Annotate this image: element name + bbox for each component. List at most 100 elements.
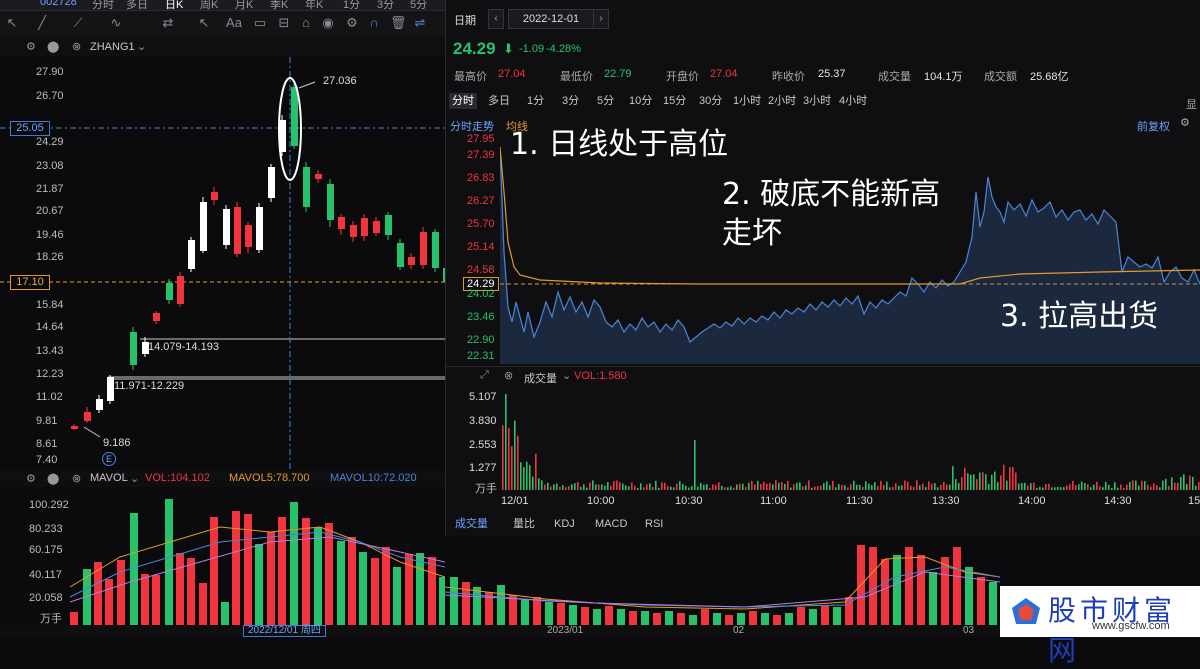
comment-icon[interactable]: ▭ bbox=[252, 15, 268, 31]
indicator-name[interactable]: ZHANG1 bbox=[90, 41, 135, 53]
cursor-icon[interactable]: ↖ bbox=[4, 15, 20, 31]
candle[interactable] bbox=[338, 214, 345, 235]
indicator-tab[interactable]: 量比 bbox=[510, 516, 538, 532]
candle[interactable] bbox=[107, 375, 114, 404]
intraday-price-tick: 23.46 bbox=[467, 311, 495, 323]
period-tab[interactable]: 3小时 bbox=[800, 93, 834, 109]
tab-zhouk[interactable]: 周K bbox=[200, 0, 218, 10]
gear-icon[interactable]: ⚙ bbox=[26, 40, 36, 53]
candle[interactable] bbox=[96, 395, 103, 413]
indicator-tab[interactable]: RSI bbox=[642, 516, 666, 532]
period-tab[interactable]: 1小时 bbox=[730, 93, 764, 109]
candle[interactable] bbox=[153, 311, 160, 324]
text-tool-icon[interactable]: Aa bbox=[226, 15, 242, 31]
chevron-down-icon[interactable]: ⌄ bbox=[137, 40, 146, 53]
period-tab[interactable]: 分时 bbox=[449, 93, 477, 109]
close-icon[interactable]: ⊗ bbox=[72, 472, 81, 485]
intraday-volume-chart[interactable] bbox=[500, 392, 1200, 490]
candle[interactable] bbox=[303, 162, 310, 212]
tab-intraday-trend[interactable]: 分时走势 bbox=[450, 118, 494, 134]
period-tab[interactable]: 2小时 bbox=[765, 93, 799, 109]
line-tool-icon[interactable]: ╱ bbox=[34, 15, 50, 31]
next-date-button[interactable]: › bbox=[593, 9, 609, 29]
close-icon[interactable]: ⊗ bbox=[504, 369, 513, 382]
intraday-volume-bar bbox=[865, 481, 867, 490]
settings-icon[interactable]: ⚙ bbox=[1180, 116, 1190, 129]
close-icon[interactable]: ⊗ bbox=[72, 40, 81, 53]
candle[interactable] bbox=[188, 237, 195, 272]
candle[interactable] bbox=[166, 279, 173, 304]
candle[interactable] bbox=[432, 229, 439, 272]
parallel-lines-icon[interactable]: ⇄ bbox=[160, 15, 176, 31]
chevron-down-icon[interactable]: ⌄ bbox=[130, 472, 139, 485]
volume-indicator-name[interactable]: 成交量 bbox=[524, 370, 557, 386]
candle[interactable] bbox=[373, 217, 380, 236]
candle[interactable] bbox=[397, 239, 404, 270]
candle[interactable] bbox=[200, 197, 207, 253]
magnet-icon[interactable]: ∩ bbox=[366, 15, 382, 31]
record-icon[interactable]: ⬤ bbox=[47, 40, 59, 53]
arrow-tool-icon[interactable]: ↖ bbox=[196, 15, 212, 31]
record-icon[interactable]: ⬤ bbox=[47, 472, 59, 485]
period-tab[interactable]: 3分 bbox=[559, 93, 582, 109]
candle[interactable] bbox=[327, 179, 334, 227]
candlestick-chart[interactable] bbox=[0, 57, 445, 470]
candle[interactable] bbox=[71, 424, 78, 430]
candle[interactable] bbox=[211, 187, 218, 205]
candle[interactable] bbox=[177, 272, 184, 307]
candle[interactable] bbox=[408, 253, 415, 269]
date-input[interactable]: 2022-12-01 bbox=[508, 9, 594, 29]
tab-1min[interactable]: 1分 bbox=[343, 0, 360, 10]
indicator-tab[interactable]: MACD bbox=[592, 516, 630, 532]
settings-icon[interactable]: ⚙ bbox=[344, 15, 360, 31]
candle[interactable] bbox=[361, 214, 368, 241]
prev-date-button[interactable]: ‹ bbox=[488, 9, 504, 29]
candle[interactable] bbox=[256, 203, 263, 253]
period-tab[interactable]: 1分 bbox=[524, 93, 547, 109]
candle[interactable] bbox=[420, 227, 427, 269]
period-tab[interactable]: 15分 bbox=[660, 93, 689, 109]
gear-icon[interactable]: ⚙ bbox=[26, 472, 36, 485]
stat-value: 27.04 bbox=[498, 68, 526, 80]
tab-niank[interactable]: 年K bbox=[305, 0, 323, 10]
period-tab[interactable]: 4小时 bbox=[836, 93, 870, 109]
tab-5min[interactable]: 5分 bbox=[410, 0, 427, 10]
candle[interactable] bbox=[350, 221, 357, 242]
indicator-tab[interactable]: KDJ bbox=[551, 516, 578, 532]
candle[interactable] bbox=[315, 170, 322, 183]
polyline-icon[interactable]: ⟋ bbox=[70, 15, 86, 31]
period-tab[interactable]: 5分 bbox=[594, 93, 617, 109]
candle[interactable] bbox=[245, 222, 252, 253]
sync-icon[interactable]: ⇌ bbox=[412, 15, 428, 31]
more-label[interactable]: 显 bbox=[1186, 96, 1197, 112]
eye-icon[interactable]: ◉ bbox=[320, 15, 336, 31]
time-label: 12/01 bbox=[501, 495, 529, 507]
annotation-1: 1. 日线处于高位 bbox=[510, 127, 729, 162]
tab-duori[interactable]: 多日 bbox=[126, 0, 148, 10]
wave-icon[interactable]: ∿ bbox=[108, 15, 124, 31]
volume-indicator-name[interactable]: MAVOL bbox=[90, 472, 128, 484]
tab-jik[interactable]: 季K bbox=[270, 0, 288, 10]
trash-icon[interactable]: 🗑 bbox=[390, 15, 407, 31]
candle[interactable] bbox=[130, 327, 137, 370]
ruler-icon[interactable]: ⊟ bbox=[276, 15, 292, 31]
intraday-volume-bar bbox=[538, 478, 540, 490]
lock-icon[interactable]: ⌂ bbox=[298, 15, 314, 31]
candle[interactable] bbox=[385, 212, 392, 240]
expand-icon[interactable]: ⤢ bbox=[480, 369, 489, 382]
indicator-tab[interactable]: 成交量 bbox=[452, 516, 491, 532]
intraday-volume-bar bbox=[958, 482, 960, 490]
candle[interactable] bbox=[268, 164, 275, 202]
candle[interactable] bbox=[84, 407, 91, 423]
tab-yuek[interactable]: 月K bbox=[235, 0, 253, 10]
chevron-down-icon[interactable]: ⌄ bbox=[562, 369, 571, 382]
candle[interactable] bbox=[223, 205, 230, 249]
tab-3min[interactable]: 3分 bbox=[377, 0, 394, 10]
tab-fenshi[interactable]: 分时 bbox=[92, 0, 114, 10]
period-tab[interactable]: 多日 bbox=[485, 93, 513, 109]
event-marker[interactable]: E bbox=[102, 452, 116, 466]
period-tab[interactable]: 30分 bbox=[696, 93, 725, 109]
tab-rik[interactable]: 日K bbox=[165, 0, 183, 10]
period-tab[interactable]: 10分 bbox=[626, 93, 655, 109]
candle[interactable] bbox=[234, 202, 241, 257]
